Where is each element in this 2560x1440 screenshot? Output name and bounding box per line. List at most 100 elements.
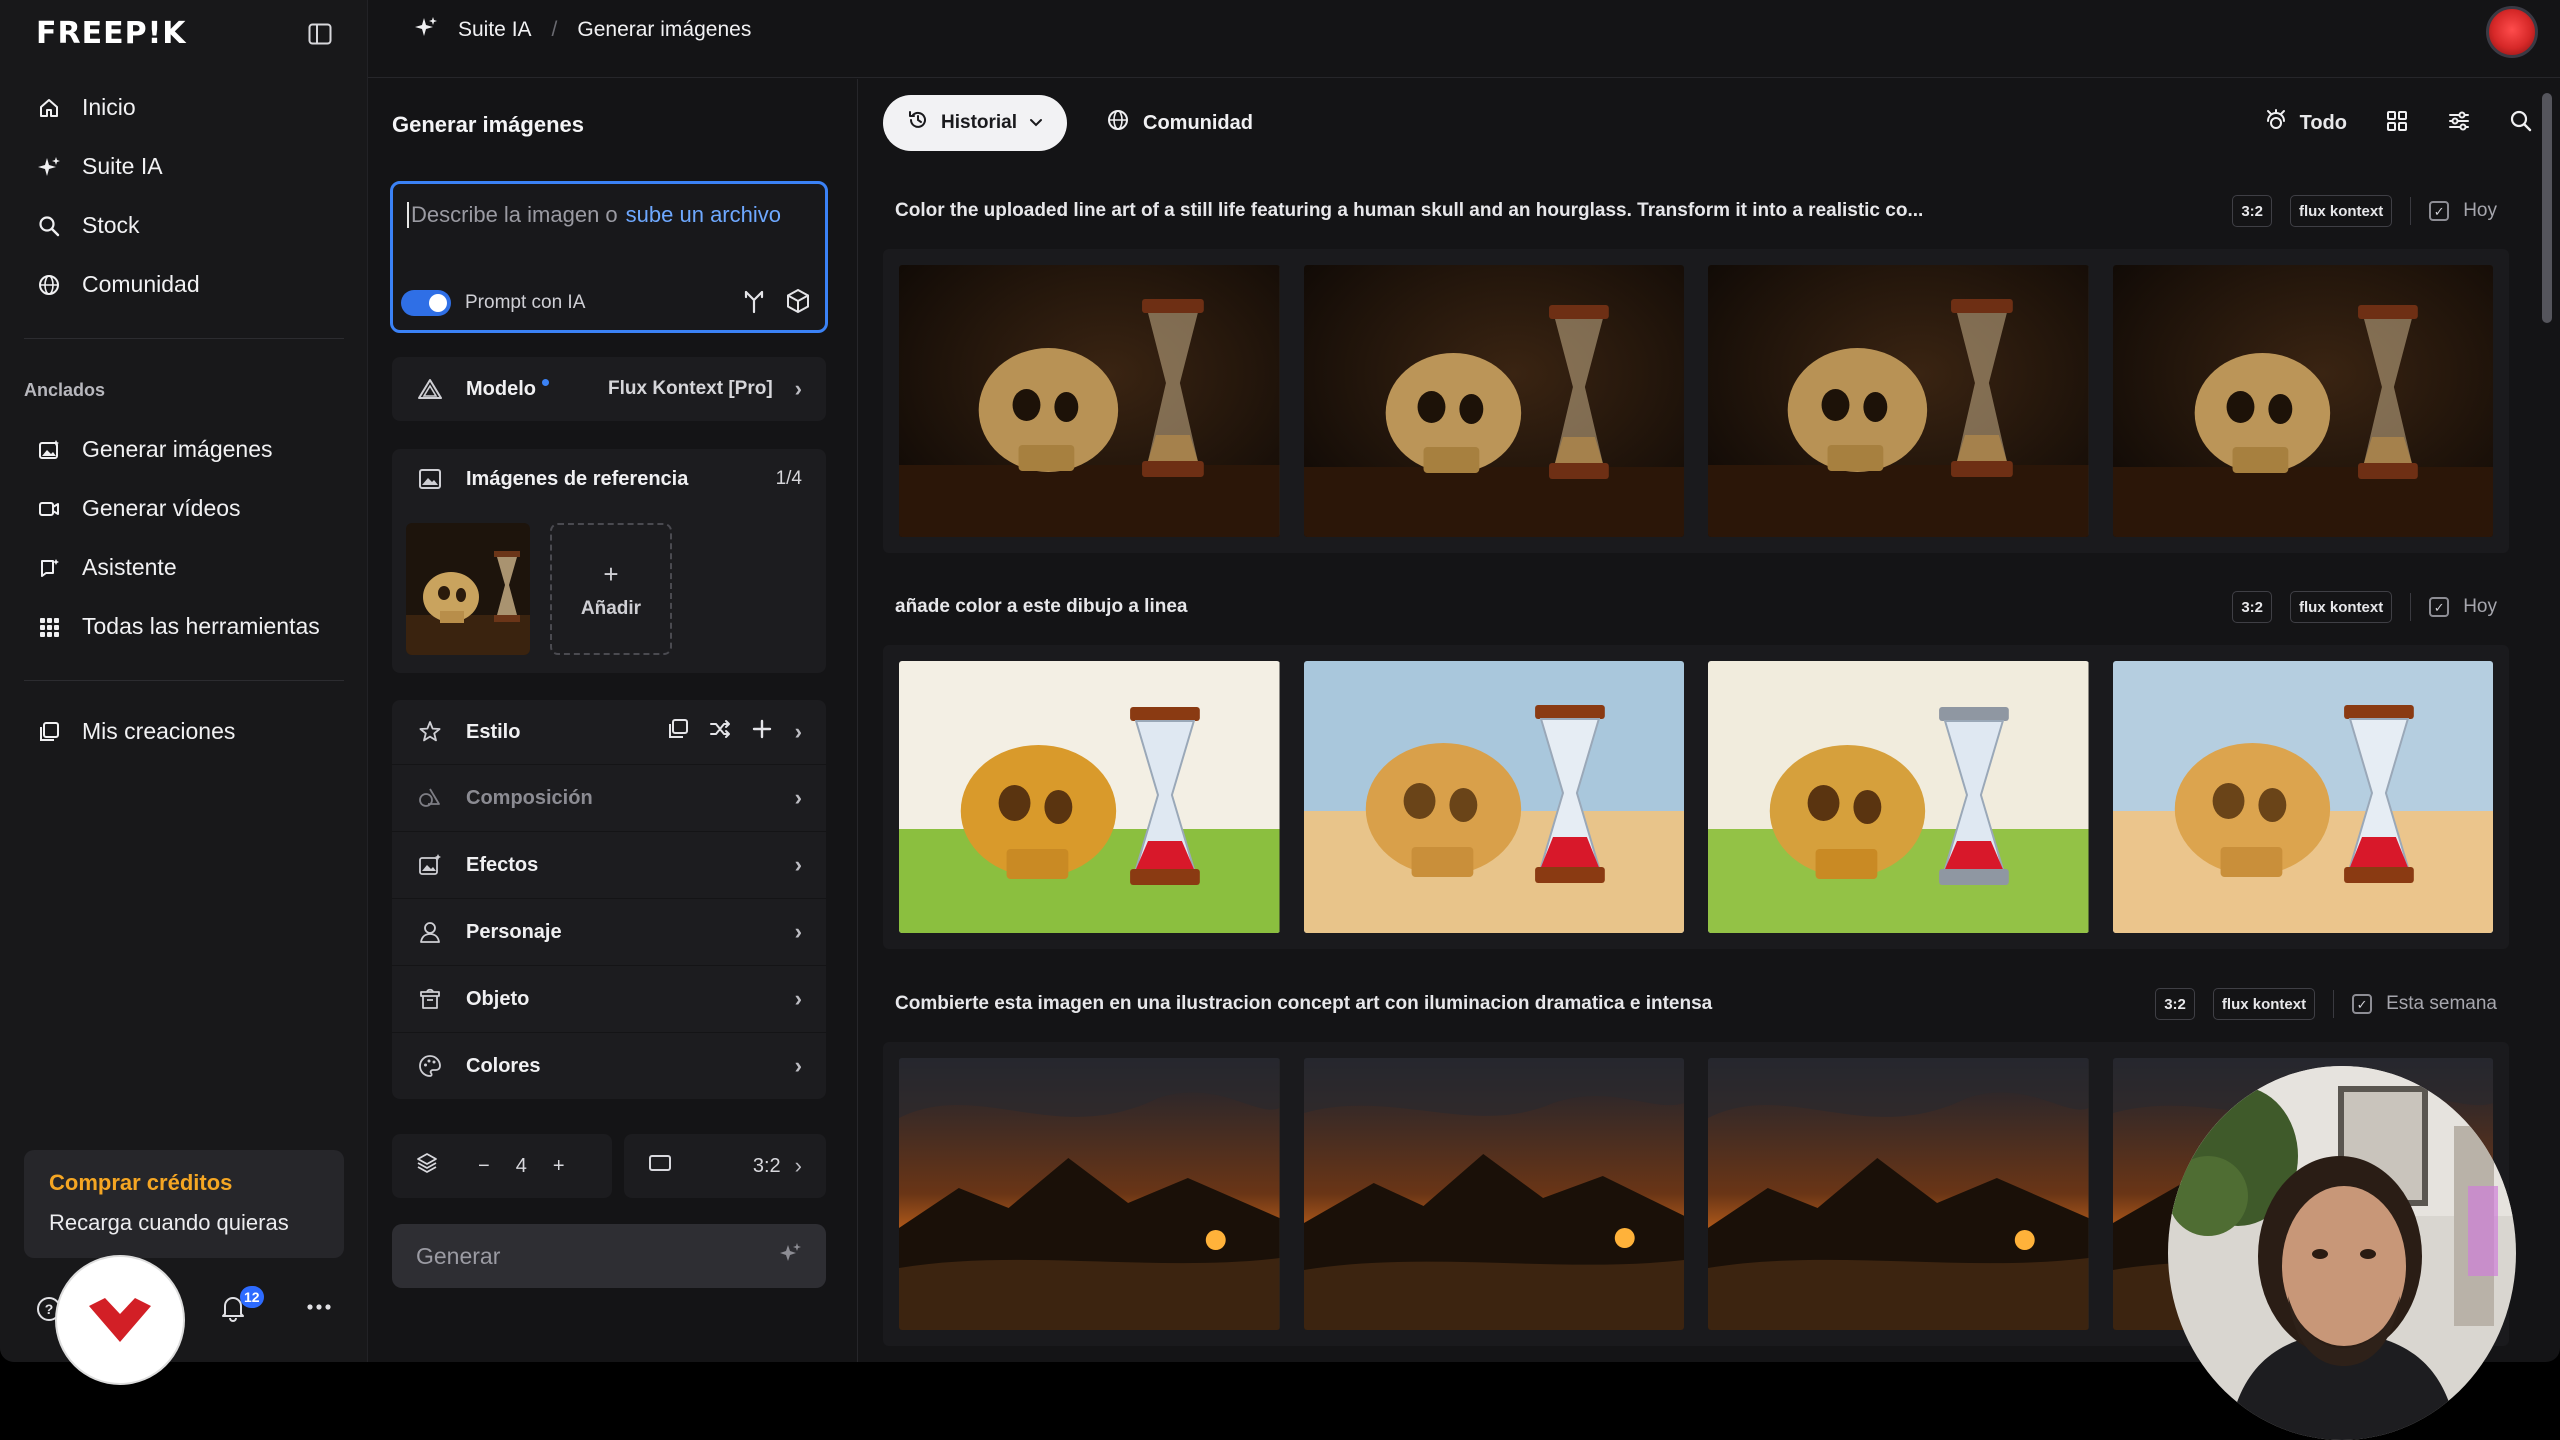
sidebar-toggle-icon[interactable]: [304, 18, 336, 50]
style-label: Estilo: [466, 720, 521, 743]
object-row[interactable]: Objeto ›: [392, 965, 826, 1032]
character-row[interactable]: Personaje ›: [392, 898, 826, 965]
breadcrumb-parent[interactable]: Suite IA: [458, 18, 532, 42]
grid-view-icon[interactable]: [2385, 109, 2409, 138]
shuffle-icon[interactable]: [709, 718, 731, 746]
nav-item-comunidad[interactable]: Comunidad: [24, 255, 344, 314]
style-row[interactable]: Estilo ›: [392, 700, 826, 764]
image-gen-icon: [36, 437, 62, 463]
add-style-icon[interactable]: [751, 718, 773, 746]
sparkle-icon: [414, 15, 438, 45]
reference-thumbnail[interactable]: [406, 523, 530, 655]
composition-row[interactable]: Composición ›: [392, 764, 826, 831]
style-gallery-icon[interactable]: [667, 718, 689, 746]
nav-item-suite-ia[interactable]: Suite IA: [24, 137, 344, 196]
ai-prompt-toggle[interactable]: Prompt con IA: [401, 290, 585, 316]
decrease-quantity-button[interactable]: −: [478, 1155, 490, 1178]
image-icon: [416, 465, 444, 493]
model-selector[interactable]: Modelo Flux Kontext [Pro] ›: [392, 357, 826, 421]
user-avatar[interactable]: [2486, 6, 2538, 58]
top-bar: Suite IA / Generar imágenes: [368, 0, 2560, 78]
nav-item-todas-herramientas[interactable]: Todas las herramientas: [24, 597, 344, 656]
generated-image[interactable]: [1708, 265, 2089, 537]
colors-row[interactable]: Colores ›: [392, 1032, 826, 1099]
webcam-overlay: [2168, 1066, 2516, 1440]
generated-image[interactable]: [899, 265, 1280, 537]
chevron-right-icon: ›: [794, 376, 802, 401]
chat-icon: [36, 555, 62, 581]
generated-image[interactable]: [1303, 661, 1684, 933]
generated-image[interactable]: [2112, 265, 2493, 537]
generated-image[interactable]: [1303, 265, 1684, 537]
buy-credits-card[interactable]: Comprar créditos Recarga cuando quieras: [24, 1150, 344, 1258]
generation-prompt[interactable]: añade color a este dibujo a linea: [895, 596, 2212, 618]
sparkle-icon: [36, 154, 62, 180]
brand-logo[interactable]: FREEP!K: [36, 14, 336, 54]
generated-image[interactable]: [1708, 661, 2089, 933]
reference-count: 1/4: [775, 468, 802, 489]
style-icon: [416, 718, 444, 746]
aspect-ratio-selector[interactable]: 3:2 ›: [624, 1134, 826, 1198]
upload-file-link[interactable]: sube un archivo: [626, 202, 781, 228]
effects-row[interactable]: Efectos ›: [392, 831, 826, 898]
filter-all-button[interactable]: Todo: [2264, 109, 2347, 137]
reference-images-card: Imágenes de referencia 1/4 + Añadir: [392, 449, 826, 673]
nav-item-generar-videos[interactable]: Generar vídeos: [24, 479, 344, 538]
character-label: Personaje: [466, 920, 562, 943]
sidebar-divider: [24, 680, 344, 681]
buy-credits-subtitle: Recarga cuando quieras: [49, 1210, 289, 1235]
feed-scrollbar[interactable]: [2542, 93, 2552, 323]
ai-prompt-switch[interactable]: [401, 290, 451, 316]
nav-item-generar-imagenes[interactable]: Generar imágenes: [24, 420, 344, 479]
generated-image[interactable]: [2112, 661, 2493, 933]
reference-label: Imágenes de referencia: [466, 467, 689, 490]
channel-logo: [57, 1257, 183, 1383]
nav-item-mis-creaciones[interactable]: Mis creaciones: [24, 702, 344, 761]
generated-image[interactable]: [1708, 1058, 2089, 1330]
chevron-right-icon: ›: [794, 852, 802, 877]
sidebar: FREEP!K Inicio Suite IA Stock Comunidad: [0, 0, 368, 1362]
panel-title: Generar imágenes: [392, 112, 584, 137]
select-group-checkbox[interactable]: ✓: [2429, 597, 2450, 617]
community-tab[interactable]: Comunidad: [1107, 95, 1253, 151]
generation-prompt[interactable]: Combierte esta imagen en una ilustracion…: [895, 993, 2135, 1015]
increase-quantity-button[interactable]: +: [553, 1155, 565, 1178]
generated-image[interactable]: [1303, 1058, 1684, 1330]
search-icon[interactable]: [2509, 109, 2533, 138]
creations-nav: Mis creaciones: [24, 702, 344, 761]
nav-label: Stock: [82, 212, 140, 238]
model-value: Flux Kontext [Pro]: [608, 378, 773, 399]
sliders-icon[interactable]: [2447, 109, 2471, 138]
model-icon: [416, 375, 444, 403]
generated-image[interactable]: [899, 661, 1280, 933]
object-icon: [416, 985, 444, 1013]
notifications-icon[interactable]: 12: [220, 1286, 264, 1327]
nav-label: Suite IA: [82, 153, 163, 179]
ratio-tag: 3:2: [2232, 195, 2273, 227]
generate-button[interactable]: Generar: [392, 1224, 826, 1288]
chevron-down-icon: [1029, 112, 1043, 134]
chevron-right-icon: ›: [794, 719, 802, 744]
history-dropdown[interactable]: Historial: [883, 95, 1068, 151]
enhance-prompt-icon[interactable]: [741, 288, 767, 319]
breadcrumb: Suite IA / Generar imágenes: [414, 16, 751, 44]
more-options-icon[interactable]: [306, 1298, 332, 1316]
quantity-value: 4: [515, 1154, 527, 1177]
filter-all-label: Todo: [2299, 111, 2347, 134]
history-label: Historial: [941, 112, 1018, 133]
composition-icon: [416, 784, 444, 812]
add-reference-button[interactable]: + Añadir: [550, 523, 672, 655]
generator-panel: Generar imágenes Describe la imagen o su…: [368, 79, 858, 1362]
generated-image[interactable]: [899, 1058, 1280, 1330]
select-group-checkbox[interactable]: ✓: [2352, 994, 2373, 1014]
prompt-placeholder: Describe la imagen o sube un archivo: [407, 202, 781, 228]
nav-item-stock[interactable]: Stock: [24, 196, 344, 255]
nav-item-asistente[interactable]: Asistente: [24, 538, 344, 597]
3d-cube-icon[interactable]: [785, 288, 811, 319]
feed-toolbar-actions: Todo: [2264, 95, 2533, 151]
nav-item-inicio[interactable]: Inicio: [24, 78, 344, 137]
generation-prompt[interactable]: Color the uploaded line art of a still l…: [895, 200, 2212, 222]
object-label: Objeto: [466, 987, 530, 1010]
prompt-input[interactable]: Describe la imagen o sube un archivo Pro…: [390, 181, 828, 333]
select-group-checkbox[interactable]: ✓: [2429, 201, 2450, 221]
